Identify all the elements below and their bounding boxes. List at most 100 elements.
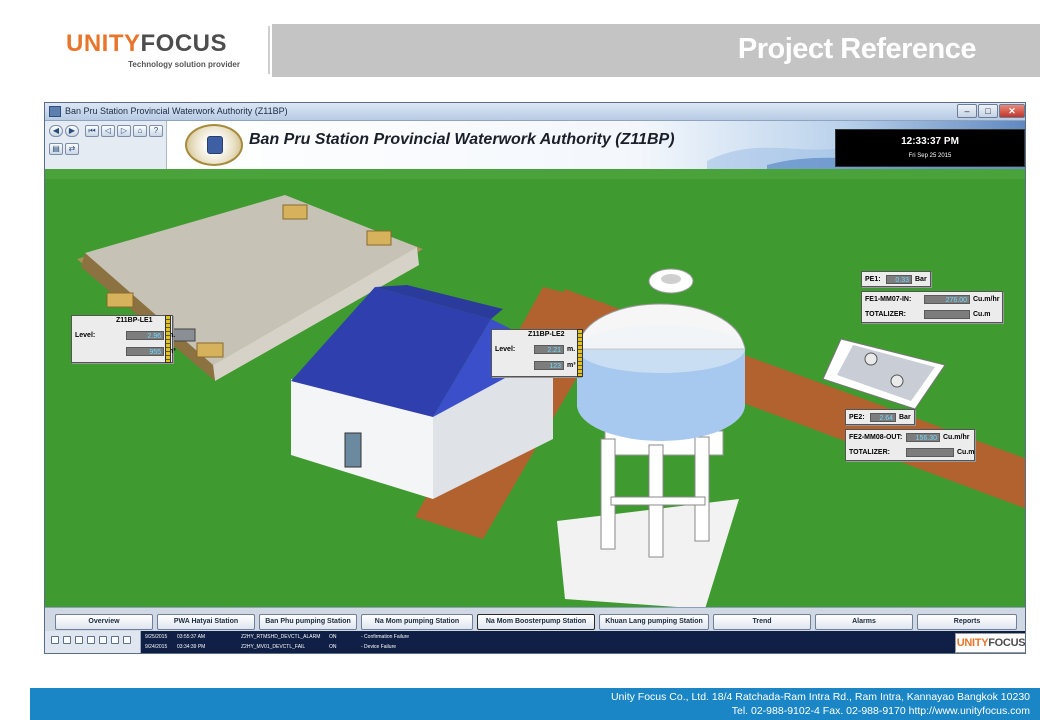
footer-contact: Tel. 02-988-9102-4 Fax. 02-988-9170 http… — [731, 705, 1030, 717]
volume-value: 955 — [126, 347, 164, 356]
window-titlebar: Ban Pru Station Provincial Waterwork Aut… — [45, 103, 1025, 121]
flow-value: 276.00 — [924, 295, 970, 304]
print-icon[interactable] — [99, 636, 107, 644]
level-label: Level: — [495, 346, 516, 353]
alarm-description: - Confirmation Failure — [361, 634, 410, 640]
level-panel-le2: Z11BP-LE2 Level: 2.21 m. 123 m³ — [491, 329, 581, 377]
level-value: 2.96 — [126, 331, 164, 340]
refresh-icon[interactable] — [123, 636, 131, 644]
mini-logo-focus: FOCUS — [988, 637, 1026, 649]
logo-wordmark: UNITYFOCUS — [66, 30, 246, 58]
ack-all-icon[interactable] — [63, 636, 71, 644]
level-gauge-le1 — [165, 315, 171, 363]
minimize-button[interactable]: – — [957, 104, 977, 118]
network-icon[interactable]: ⇄ — [65, 143, 79, 155]
hmi-brand-logo: UNITYFOCUS — [955, 633, 1026, 653]
level-unit: m. — [567, 346, 576, 353]
company-logo: UNITYFOCUS Technology solution provider — [66, 30, 246, 69]
volume-unit: m³ — [567, 362, 576, 369]
nav-trend[interactable]: Trend — [713, 614, 811, 630]
alarm-tag: Z2HY_RTMSHD_DEVCTL_ALARM — [241, 634, 321, 640]
tower-leg — [694, 436, 710, 542]
pressure-panel-pe2: PE2: 2.64 Bar — [845, 409, 915, 425]
volume-value: 123 — [534, 361, 564, 370]
station-3d-scene — [45, 169, 1025, 607]
alarm-state: ON — [329, 644, 337, 650]
previous-page-icon[interactable]: ◁ — [101, 125, 115, 137]
flow-unit: Cu.m/hr — [973, 296, 1000, 303]
alarm-date: 9/24/2015 — [145, 644, 168, 650]
alarm-tag: Z2HY_MV01_DEVCTL_FAIL — [241, 644, 306, 650]
hmi-title: Ban Pru Station Provincial Waterwork Aut… — [249, 131, 675, 148]
logo-focus-text: FOCUS — [140, 30, 227, 57]
home-icon[interactable]: ⌂ — [133, 125, 147, 137]
flow-panel-fe1: FE1-MM07-IN: 276.00 Cu.m/hr TOTALIZER: C… — [861, 291, 1003, 323]
level-panel-le1: Z11BP-LE1 Level: 2.96 m. 955 m³ — [71, 315, 176, 363]
totalizer-unit: Cu.m — [957, 449, 975, 456]
footer-bar: Unity Focus Co., Ltd. 18/4 Ratchada-Ram … — [30, 688, 1040, 720]
nav-khuan-lang-pumping-station[interactable]: Khuan Lang pumping Station — [599, 614, 709, 630]
totalizer-label: TOTALIZER: — [865, 311, 906, 318]
pressure-value: 2.64 — [870, 413, 896, 422]
slide-title: Project Reference — [737, 33, 977, 65]
totalizer-value — [924, 310, 970, 319]
nav-overview[interactable]: Overview — [55, 614, 153, 630]
level-gauge-le2 — [577, 329, 583, 377]
flow-unit: Cu.m/hr — [943, 434, 970, 441]
window-title: Ban Pru Station Provincial Waterwork Aut… — [65, 106, 288, 116]
totalizer-value — [906, 448, 954, 457]
panel-title: Z11BP-LE2 — [528, 331, 565, 338]
nav-reports[interactable]: Reports — [917, 614, 1017, 630]
nav-alarms[interactable]: Alarms — [815, 614, 913, 630]
clock-display: 12:33:37 PM Fri Sep 25 2015 — [835, 129, 1025, 167]
pressure-unit: Bar — [899, 414, 911, 421]
pressure-panel-pe1: PE1: 0.33 Bar — [861, 271, 931, 287]
flow-panel-fe2: FE2-MM08-OUT: 156.30 Cu.m/hr TOTALIZER: … — [845, 429, 975, 461]
alarm-toolbar — [45, 631, 141, 653]
vent-box — [366, 230, 392, 246]
close-button[interactable]: ✕ — [999, 104, 1025, 118]
nav-ban-phu-pumping-station[interactable]: Ban Phu pumping Station — [259, 614, 357, 630]
alarm-description: - Device Failure — [361, 644, 397, 650]
next-page-icon[interactable]: ▷ — [117, 125, 131, 137]
vent-box — [196, 342, 224, 358]
vent-box — [282, 204, 308, 220]
app-icon — [49, 106, 61, 117]
silence-icon[interactable] — [111, 636, 119, 644]
back-icon[interactable]: ◀ — [49, 125, 63, 137]
level-label: Level: — [75, 332, 96, 339]
level-value: 2.21 — [534, 345, 564, 354]
panel-title: Z11BP-LE1 — [116, 317, 153, 324]
pumphouse-door — [344, 432, 362, 468]
flow-label: FE2-MM08-OUT: — [849, 434, 903, 441]
flow-value: 156.30 — [906, 433, 940, 442]
tower-leg — [600, 438, 616, 550]
alarm-summary: 9/25/2015 03:55:37 AM Z2HY_RTMSHD_DEVCTL… — [45, 631, 1026, 653]
pressure-unit: Bar — [915, 276, 927, 283]
hatch — [172, 328, 196, 342]
clock-date: Fri Sep 25 2015 — [908, 153, 952, 159]
totalizer-label: TOTALIZER: — [849, 449, 890, 456]
nav-na-mom-pumping-station[interactable]: Na Mom pumping Station — [361, 614, 473, 630]
sort-icon[interactable] — [87, 636, 95, 644]
first-page-icon[interactable]: ⏮ — [85, 125, 99, 137]
nav-na-mom-boosterpump-station[interactable]: Na Mom Boosterpump Station — [477, 614, 595, 630]
maximize-button[interactable]: □ — [978, 104, 998, 118]
filter-icon[interactable] — [75, 636, 83, 644]
ack-icon[interactable] — [51, 636, 59, 644]
hmi-window: Ban Pru Station Provincial Waterwork Aut… — [44, 102, 1026, 654]
alarm-state: ON — [329, 634, 337, 640]
header-divider — [268, 26, 270, 74]
alarm-time: 03:55:37 AM — [177, 634, 206, 640]
pwa-seal-logo — [185, 124, 243, 166]
pressure-label: PE1: — [865, 276, 881, 283]
footer-address: Unity Focus Co., Ltd. 18/4 Ratchada-Ram … — [610, 691, 1030, 703]
print-icon[interactable]: ▤ — [49, 143, 63, 155]
pressure-value: 0.33 — [886, 275, 912, 284]
help-icon[interactable]: ? — [149, 125, 163, 137]
flow-label: FE1-MM07-IN: — [865, 296, 912, 303]
totalizer-unit: Cu.m — [973, 311, 991, 318]
clock-time: 12:33:37 PM — [901, 136, 959, 147]
forward-icon[interactable]: ▶ — [65, 125, 79, 137]
nav-pwa-hatyai-station[interactable]: PWA Hatyai Station — [157, 614, 255, 630]
